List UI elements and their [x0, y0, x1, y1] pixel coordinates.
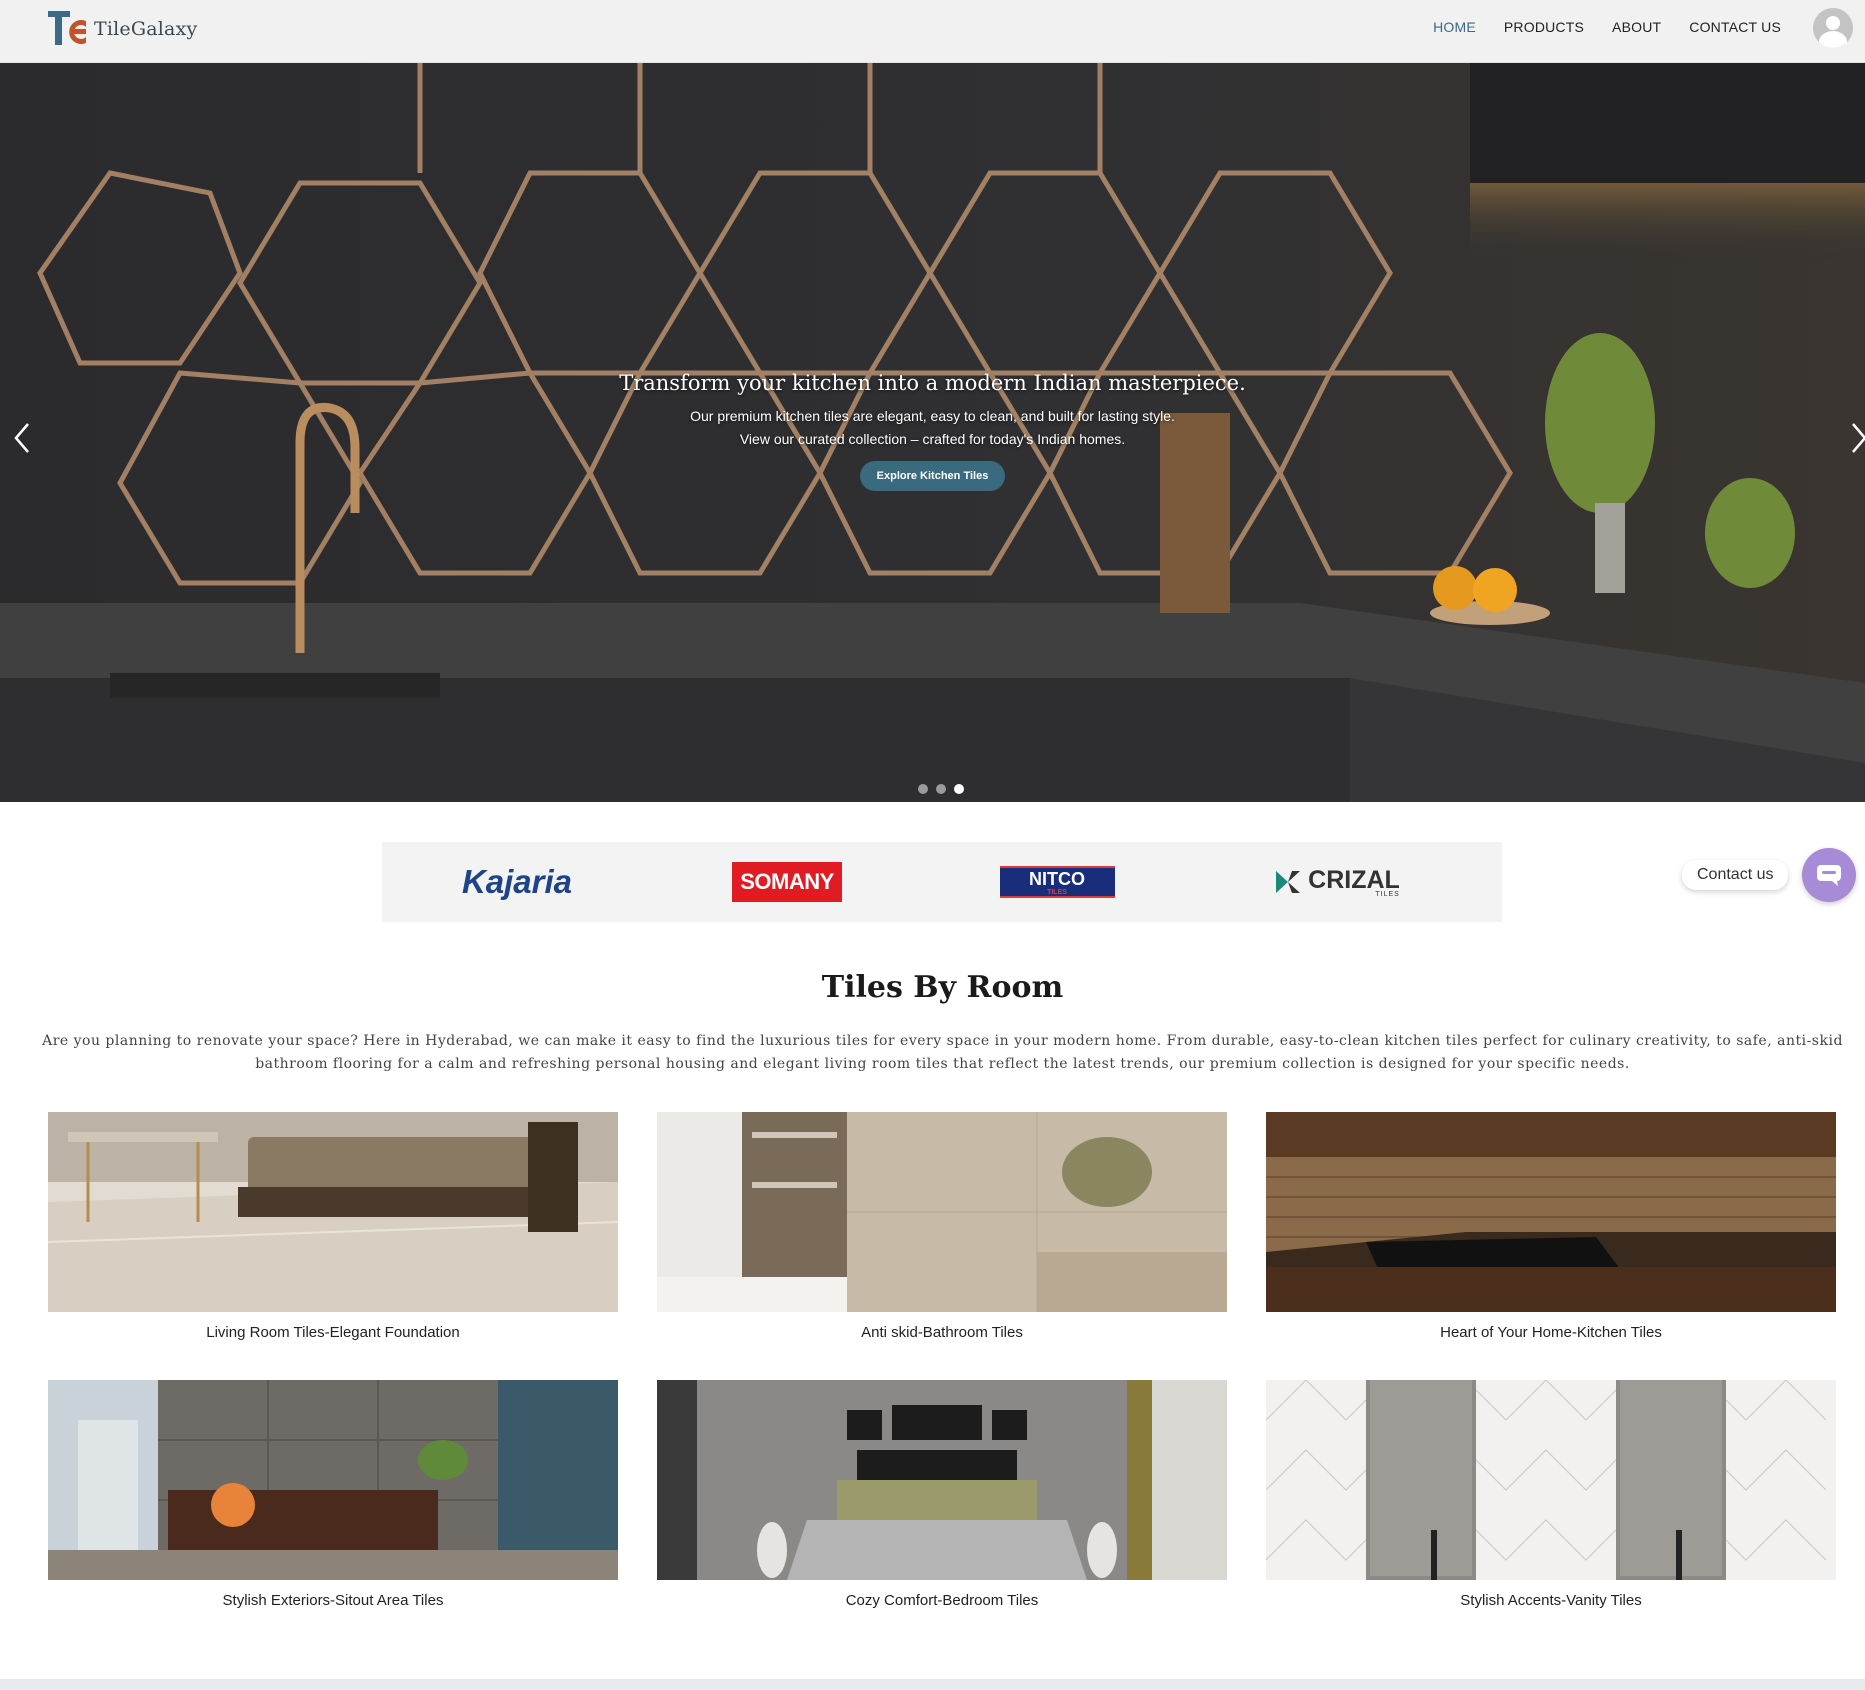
crizal-mark-icon — [1276, 871, 1301, 893]
tiles-by-room-title: Tiles By Room — [821, 970, 1064, 1005]
logo-mark-icon — [46, 7, 90, 51]
hero-subtitle-line-1: Our premium kitchen tiles are elegant, e… — [690, 408, 1175, 424]
room-card-kitchen[interactable]: Heart of Your Home-Kitchen Tiles — [1266, 1112, 1836, 1341]
tiles-by-room-description: Are you planning to renovate your space?… — [42, 1033, 1843, 1072]
brand-nitco-logo[interactable]: NITCO TILES — [922, 842, 1192, 922]
room-card-bedroom[interactable]: Cozy Comfort-Bedroom Tiles — [657, 1380, 1227, 1609]
contact-us-label[interactable]: Contact us — [1682, 860, 1789, 890]
bedroom-image — [657, 1380, 1227, 1580]
footer-top-strip — [0, 1679, 1865, 1690]
brand-crizal-logo[interactable]: CRIZAL TILES — [1192, 842, 1482, 922]
user-avatar-icon[interactable] — [1813, 8, 1853, 48]
bathroom-image — [657, 1112, 1227, 1312]
nav-products[interactable]: PRODUCTS — [1504, 19, 1584, 35]
page: TileGalaxy HOME PRODUCTS ABOUT CONTACT U… — [0, 0, 1865, 1690]
room-card-caption: Heart of Your Home-Kitchen Tiles — [1440, 1324, 1662, 1341]
chat-bubble-icon[interactable] — [1802, 848, 1856, 902]
main-nav: HOME PRODUCTS ABOUT CONTACT US — [1433, 19, 1781, 35]
sitout-area-image — [48, 1380, 618, 1580]
room-card-caption: Stylish Accents-Vanity Tiles — [1460, 1592, 1642, 1609]
hero-subtitle-line-2: View our curated collection – crafted fo… — [739, 431, 1126, 447]
carousel-dot-3[interactable] — [954, 784, 964, 794]
brand-somany-logo[interactable]: SOMANY — [652, 842, 922, 922]
vanity-image — [1266, 1380, 1836, 1580]
room-card-caption: Stylish Exteriors-Sitout Area Tiles — [222, 1592, 444, 1609]
nav-about[interactable]: ABOUT — [1612, 19, 1661, 35]
room-card-bathroom[interactable]: Anti skid-Bathroom Tiles — [657, 1112, 1227, 1341]
kitchen-image — [1266, 1112, 1836, 1312]
carousel-dot-2[interactable] — [936, 784, 946, 794]
hero-title: Transform your kitchen into a modern Ind… — [619, 371, 1246, 395]
nav-home[interactable]: HOME — [1433, 19, 1476, 35]
carousel-dot-1[interactable] — [918, 784, 928, 794]
hero-caption: Transform your kitchen into a modern Ind… — [0, 371, 1865, 491]
brand-logos-strip: Kajaria SOMANY NITCO TILES CRIZAL TILES — [382, 842, 1502, 922]
living-room-image — [48, 1112, 618, 1312]
room-card-caption: Cozy Comfort-Bedroom Tiles — [845, 1592, 1039, 1609]
site-header: TileGalaxy HOME PRODUCTS ABOUT CONTACT U… — [0, 0, 1865, 63]
hero-carousel: Transform your kitchen into a modern Ind… — [0, 63, 1865, 802]
nav-contact-us[interactable]: CONTACT US — [1689, 19, 1781, 35]
logo-text: TileGalaxy — [94, 18, 198, 40]
room-card-caption: Living Room Tiles-Elegant Foundation — [206, 1324, 460, 1341]
room-card-living[interactable]: Living Room Tiles-Elegant Foundation — [48, 1112, 618, 1341]
explore-kitchen-tiles-button[interactable]: Explore Kitchen Tiles — [859, 461, 1006, 491]
site-logo[interactable]: TileGalaxy — [46, 7, 197, 51]
room-card-caption: Anti skid-Bathroom Tiles — [861, 1324, 1023, 1341]
room-card-sitout[interactable]: Stylish Exteriors-Sitout Area Tiles — [48, 1380, 618, 1609]
room-card-vanity[interactable]: Stylish Accents-Vanity Tiles — [1266, 1380, 1836, 1609]
brand-kajaria-logo[interactable]: Kajaria — [382, 842, 652, 922]
carousel-indicators — [918, 784, 964, 794]
